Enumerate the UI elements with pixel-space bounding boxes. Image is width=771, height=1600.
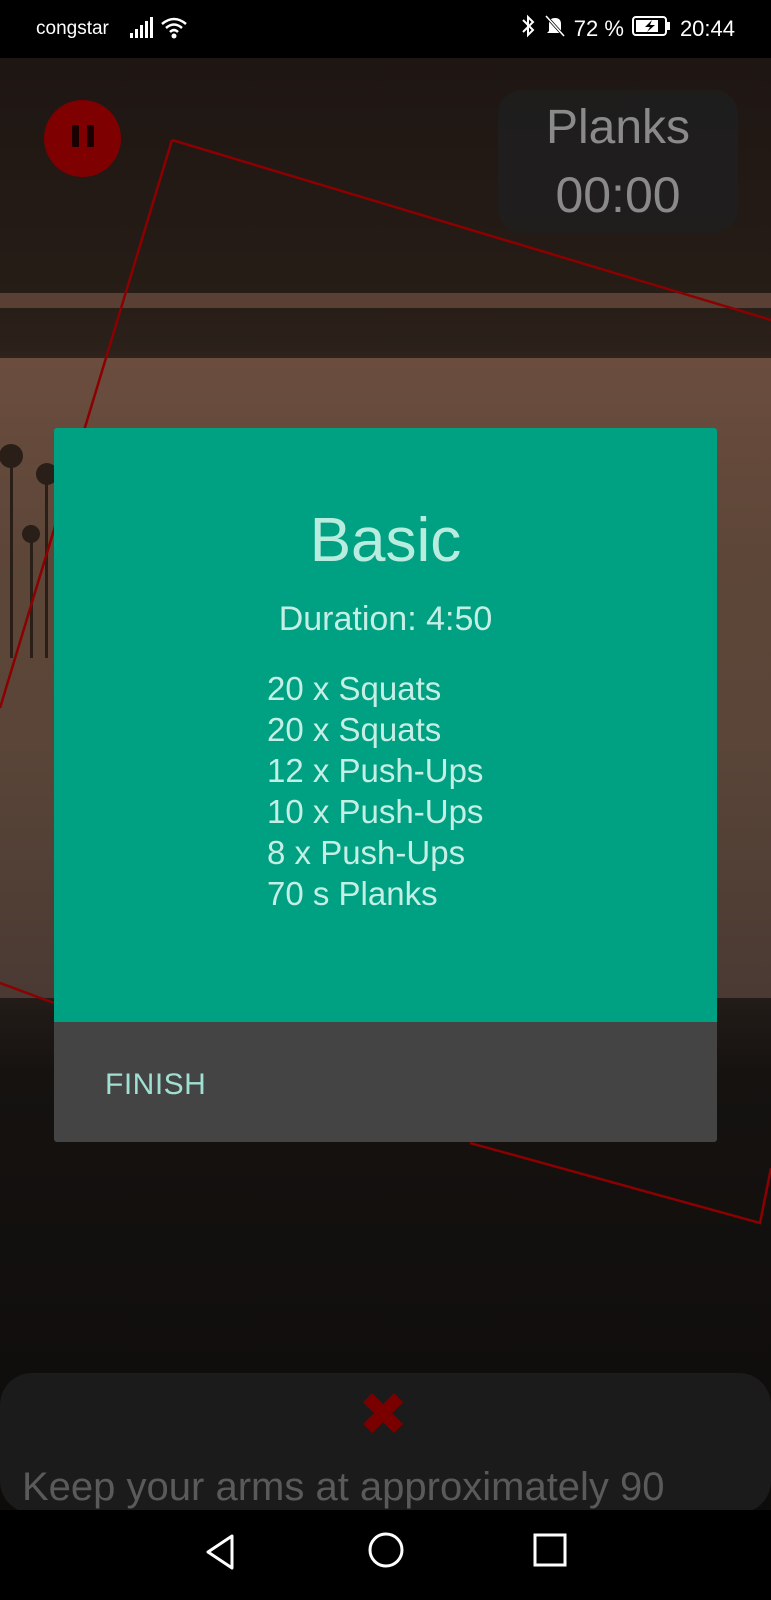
battery-percent: 72 % [573, 16, 624, 41]
signal-icon [130, 17, 156, 45]
home-icon[interactable] [366, 1530, 406, 1575]
dialog-footer: FINISH [54, 1022, 717, 1142]
workout-summary-dialog: Basic Duration: 4:50 20 x Squats 20 x Sq… [54, 428, 717, 1142]
status-bar: congstar 72 % 20:44 [0, 0, 771, 58]
list-item: 12 x Push-Ups [267, 752, 484, 789]
recent-apps-icon[interactable] [532, 1532, 568, 1573]
pause-icon [68, 125, 98, 152]
dialog-body: Basic Duration: 4:50 20 x Squats 20 x Sq… [54, 428, 717, 1022]
battery-charging-icon [631, 15, 672, 43]
clock: 20:44 [679, 16, 735, 41]
mute-bell-icon [544, 14, 566, 44]
feedback-message: Keep your arms at approximately 90 degre… [22, 1465, 665, 1509]
error-x-icon: ✖ [358, 1381, 409, 1448]
bluetooth-icon [520, 14, 536, 44]
exercise-timer: 00:00 [555, 167, 681, 223]
list-item: 20 x Squats [267, 670, 442, 707]
pause-button[interactable] [44, 100, 121, 177]
list-item: 70 s Planks [267, 875, 438, 912]
current-exercise: Planks [545, 101, 691, 154]
exercise-timer-card: Planks 00:00 [498, 90, 738, 233]
list-item: 20 x Squats [267, 711, 442, 748]
carrier-label: congstar [36, 18, 109, 39]
navigation-bar [0, 1510, 771, 1600]
workout-title: Basic [309, 506, 462, 575]
list-item: 8 x Push-Ups [267, 834, 466, 871]
finish-button[interactable]: FINISH [105, 1068, 206, 1102]
back-icon[interactable] [200, 1532, 240, 1577]
exercise-list: 20 x Squats 20 x Squats 12 x Push-Ups 10… [267, 668, 483, 914]
feedback-panel: ✖ Keep your arms at approximately 90 deg… [0, 1373, 771, 1513]
wifi-icon [160, 15, 188, 47]
workout-duration: Duration: 4:50 [278, 600, 493, 638]
list-item: 10 x Push-Ups [267, 793, 484, 830]
